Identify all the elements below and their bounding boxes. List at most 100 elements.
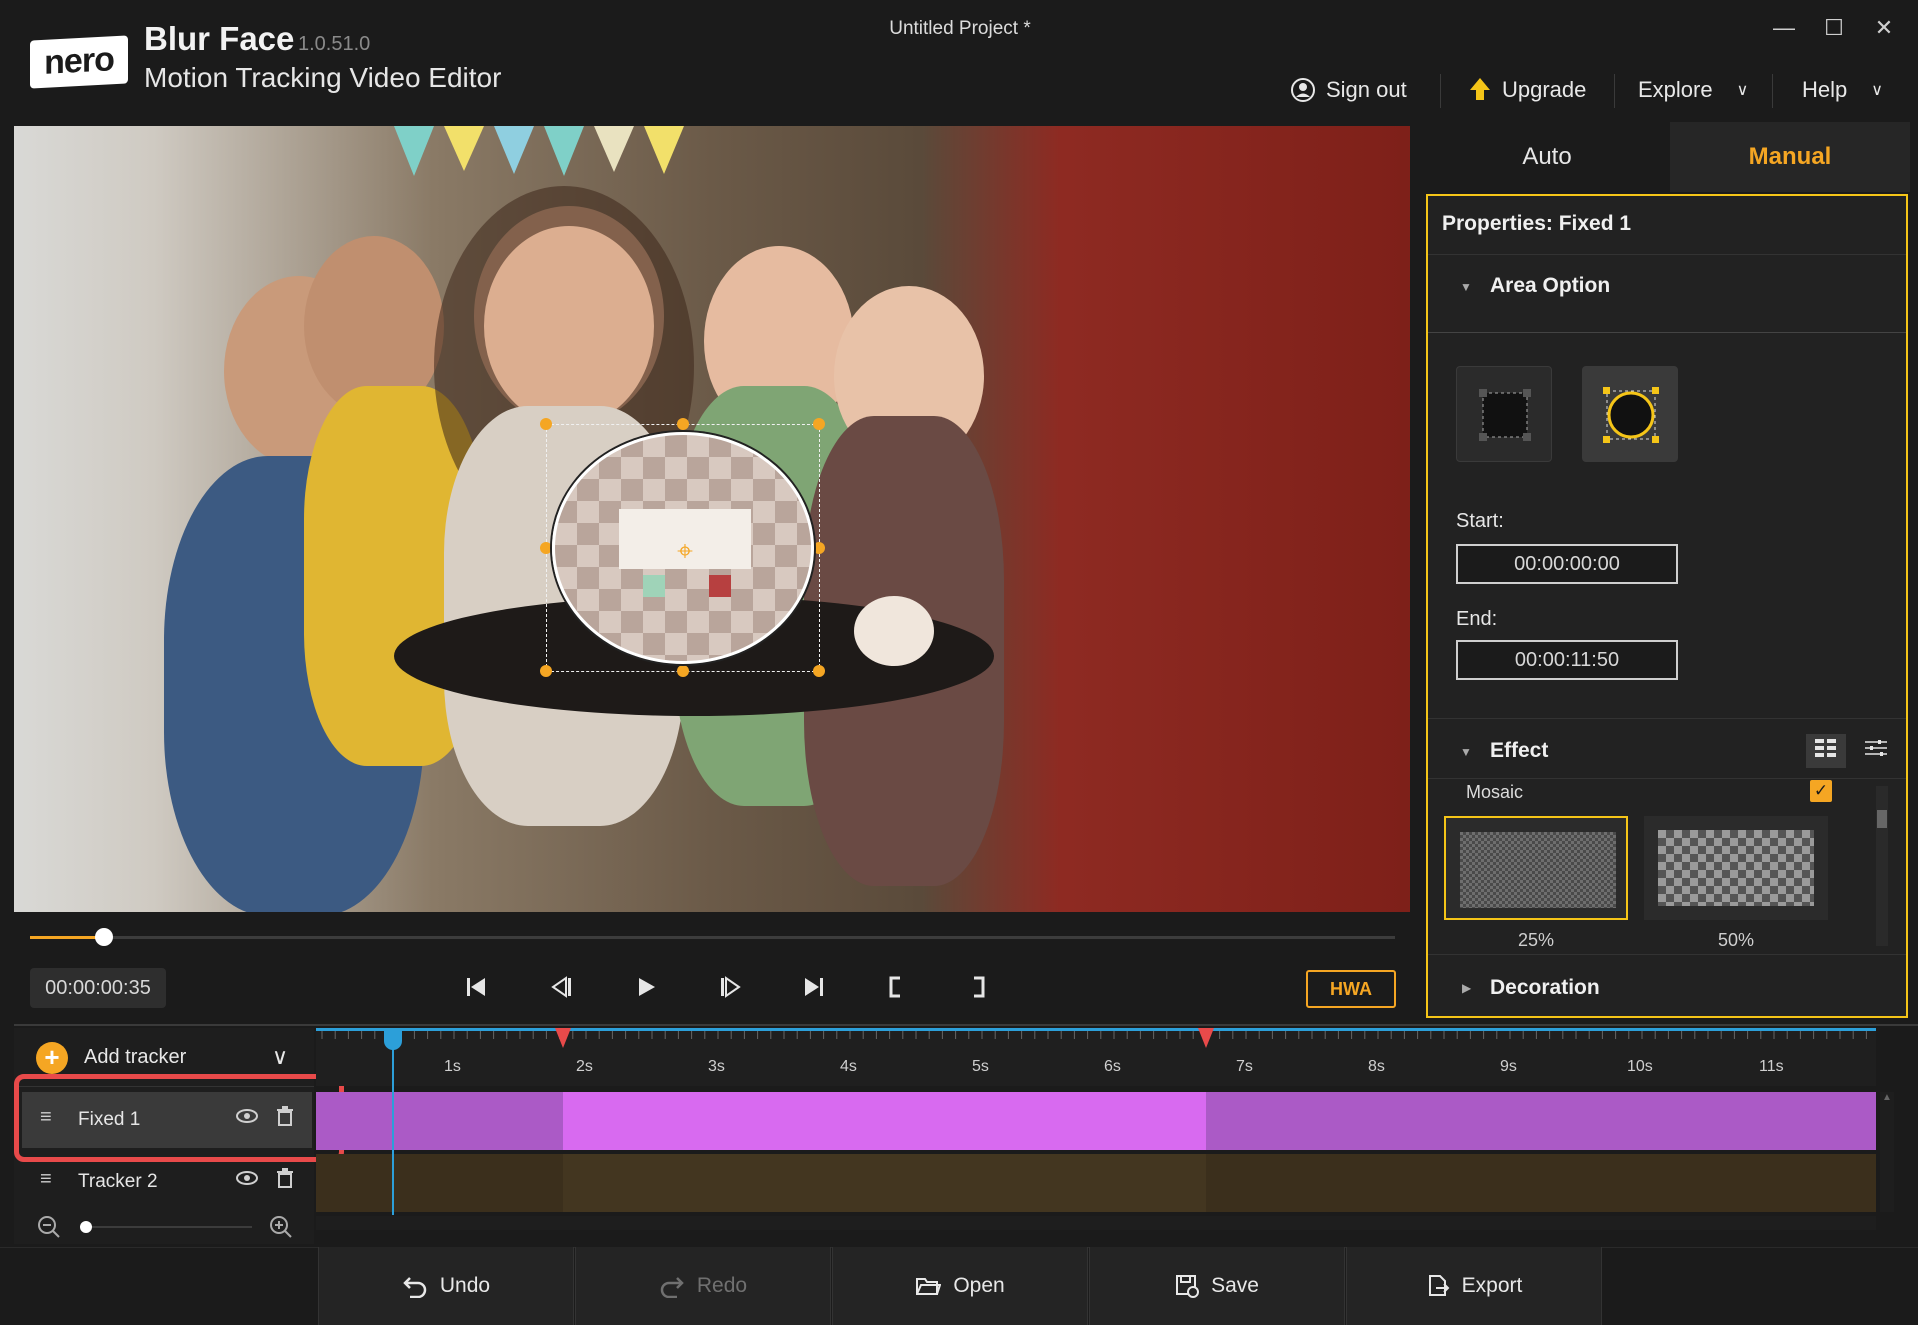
area-option-header[interactable]: Area Option <box>1490 274 1610 298</box>
range-start-marker[interactable] <box>555 1028 571 1048</box>
open-label: Open <box>953 1274 1005 1297</box>
resize-handle[interactable] <box>677 418 689 430</box>
crosshair-target-icon[interactable]: ⌖ <box>670 536 700 566</box>
track-row-tracker-2[interactable]: ≡ Tracker 2 <box>22 1154 312 1210</box>
save-button[interactable]: Save <box>1089 1247 1345 1325</box>
chevron-down-icon[interactable]: ∨ <box>272 1044 288 1070</box>
zoom-slider-handle[interactable] <box>80 1221 92 1233</box>
divider <box>1428 332 1906 333</box>
explore-menu[interactable]: Explore ∨ <box>1638 72 1748 108</box>
timeline-horizontal-scrollbar[interactable] <box>316 1216 1876 1230</box>
play-button[interactable] <box>626 970 666 1010</box>
collapse-triangle-icon[interactable]: ▼ <box>1460 745 1472 759</box>
save-icon <box>1176 1275 1200 1298</box>
fixed-1-active-range[interactable] <box>563 1092 1206 1150</box>
upgrade-arrow-icon <box>1470 78 1490 100</box>
export-button[interactable]: Export <box>1346 1247 1602 1325</box>
collapse-triangle-icon[interactable]: ▼ <box>1460 280 1472 294</box>
sign-out-button[interactable]: Sign out <box>1290 72 1407 108</box>
timeline-ruler[interactable] <box>316 1028 1876 1086</box>
tracker-2-range[interactable] <box>563 1154 1206 1212</box>
mark-in-button[interactable] <box>876 970 916 1010</box>
add-tracker-label[interactable]: Add tracker <box>84 1046 186 1069</box>
resize-handle[interactable] <box>677 665 689 677</box>
hwa-button[interactable]: HWA <box>1306 970 1396 1008</box>
nero-logo: nero <box>30 35 128 89</box>
ellipse-select-icon <box>1603 387 1659 443</box>
nav-divider <box>1440 74 1441 108</box>
decoration-header[interactable]: Decoration <box>1490 976 1600 1000</box>
close-button[interactable]: ✕ <box>1864 10 1904 46</box>
properties-title: Properties: Fixed 1 <box>1442 212 1632 235</box>
start-time-field[interactable]: 00:00:00:00 <box>1456 544 1678 584</box>
effect-header[interactable]: Effect <box>1490 739 1548 763</box>
eye-icon[interactable] <box>236 1169 258 1192</box>
mosaic-enabled-checkbox[interactable]: ✓ <box>1810 780 1832 802</box>
help-menu[interactable]: Help ∨ <box>1802 72 1883 108</box>
resize-handle[interactable] <box>540 665 552 677</box>
skip-start-icon <box>467 978 485 996</box>
skip-to-start-button[interactable] <box>456 970 496 1010</box>
selected-track-highlight <box>14 1074 344 1162</box>
previous-frame-button[interactable] <box>542 970 582 1010</box>
zoom-slider[interactable] <box>82 1226 252 1228</box>
redo-icon <box>660 1277 684 1298</box>
mosaic-block <box>643 575 665 597</box>
resize-handle[interactable] <box>540 418 552 430</box>
upgrade-button[interactable]: Upgrade <box>1468 72 1586 108</box>
minimize-button[interactable]: — <box>1764 10 1804 46</box>
maximize-button[interactable]: ☐ <box>1814 10 1854 46</box>
rectangle-select-icon <box>1479 389 1531 441</box>
mosaic-option-50[interactable] <box>1644 816 1828 920</box>
ellipse-area-button[interactable] <box>1582 366 1678 462</box>
scrollbar-thumb[interactable] <box>1877 810 1887 828</box>
export-label: Export <box>1461 1274 1523 1297</box>
mark-out-button[interactable] <box>958 970 998 1010</box>
playhead-handle[interactable] <box>384 1028 402 1050</box>
rectangle-area-button[interactable] <box>1456 366 1552 462</box>
app-subtitle: Motion Tracking Video Editor <box>144 62 502 93</box>
tab-manual[interactable]: Manual <box>1670 122 1910 192</box>
next-frame-button[interactable] <box>710 970 750 1010</box>
undo-icon <box>403 1277 427 1298</box>
undo-button[interactable]: Undo <box>318 1247 574 1325</box>
seek-handle[interactable] <box>95 928 113 946</box>
end-time-field[interactable]: 00:00:11:50 <box>1456 640 1678 680</box>
tab-auto[interactable]: Auto <box>1424 122 1670 192</box>
zoom-out-icon <box>38 1216 60 1238</box>
upgrade-label: Upgrade <box>1502 77 1587 102</box>
resize-handle[interactable] <box>813 418 825 430</box>
previous-frame-icon <box>551 976 571 998</box>
effect-scrollbar[interactable] <box>1876 786 1888 946</box>
resize-handle[interactable] <box>813 665 825 677</box>
range-end-marker[interactable] <box>1198 1028 1214 1048</box>
start-label: Start: <box>1456 510 1504 532</box>
mosaic-option-25[interactable] <box>1444 816 1628 920</box>
resize-handle[interactable] <box>813 542 825 554</box>
adjust-settings-button[interactable] <box>1856 734 1896 768</box>
trash-icon[interactable] <box>276 1168 294 1194</box>
skip-to-end-button[interactable] <box>794 970 834 1010</box>
tick-label: 5s <box>972 1058 989 1075</box>
app-name: Blur Face <box>144 20 295 57</box>
mosaic-preview-fine <box>1460 832 1616 908</box>
zoom-in-button[interactable] <box>268 1214 294 1240</box>
project-title: Untitled Project * <box>889 18 1031 39</box>
sign-out-label: Sign out <box>1326 77 1407 102</box>
seek-bar[interactable] <box>30 936 1395 939</box>
redo-label: Redo <box>696 1274 748 1297</box>
timeline-divider <box>14 1024 1918 1026</box>
timeline-vertical-scrollbar[interactable]: ▲ <box>1880 1092 1894 1212</box>
zoom-out-button[interactable] <box>36 1214 62 1240</box>
track-name: Tracker 2 <box>78 1171 158 1192</box>
grid-view-button[interactable] <box>1806 734 1846 768</box>
expand-triangle-icon[interactable]: ▶ <box>1462 981 1471 995</box>
resize-handle[interactable] <box>540 542 552 554</box>
add-tracker-button[interactable]: + <box>36 1042 68 1074</box>
mosaic-block <box>709 575 731 597</box>
redo-button[interactable]: Redo <box>575 1247 831 1325</box>
skip-end-icon <box>805 978 823 996</box>
open-button[interactable]: Open <box>832 1247 1088 1325</box>
drag-handle-icon[interactable]: ≡ <box>40 1168 52 1191</box>
tick-label: 10s <box>1627 1058 1653 1075</box>
